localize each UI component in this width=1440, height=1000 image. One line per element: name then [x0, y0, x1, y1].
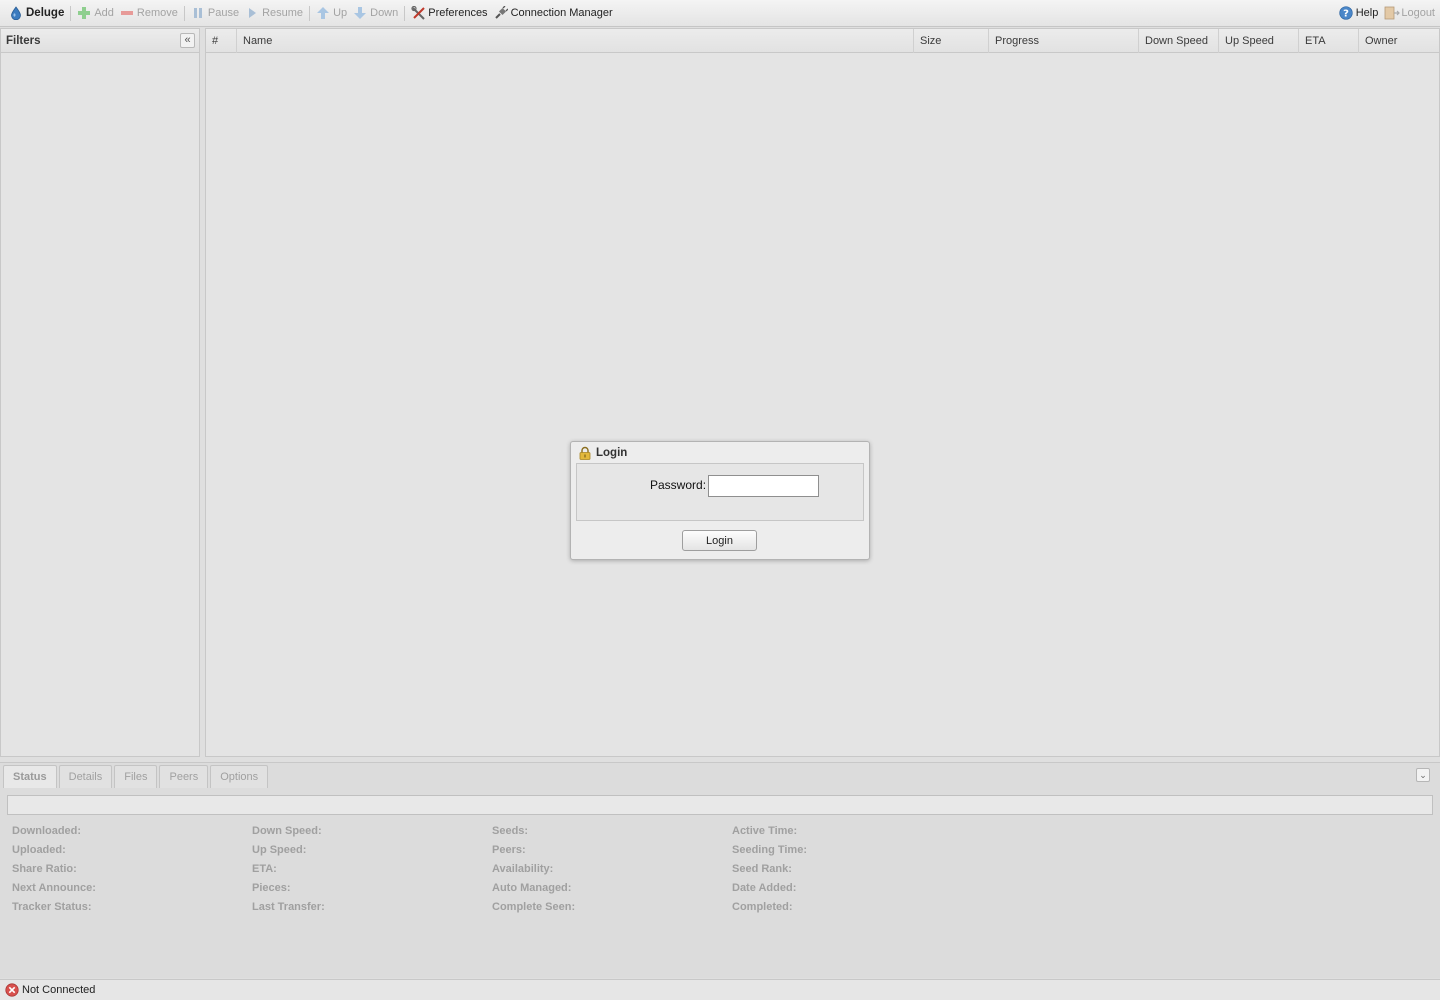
- details-panel: Status Details Files Peers Options ⌄ Dow…: [0, 762, 1440, 978]
- collapse-down-icon[interactable]: ⌄: [1416, 768, 1430, 782]
- logout-button[interactable]: Logout: [1381, 2, 1438, 24]
- password-label: Password:: [650, 478, 707, 492]
- seeding-time-label: Seeding Time:: [732, 844, 807, 856]
- play-icon: [245, 6, 259, 20]
- toolbar-separator: [183, 5, 185, 21]
- auto-managed-label: Auto Managed:: [492, 882, 572, 894]
- deluge-logo: Deluge: [6, 2, 67, 24]
- resume-label: Resume: [262, 7, 304, 19]
- password-input[interactable]: [708, 475, 819, 497]
- help-icon: ?: [1339, 6, 1353, 20]
- deluge-drop-icon: [9, 6, 23, 21]
- down-label: Down: [370, 7, 399, 19]
- login-dialog-header: Login: [571, 442, 869, 462]
- status-column-transfer: Downloaded: Uploaded: Share Ratio: Next …: [12, 824, 96, 919]
- remove-button[interactable]: Remove: [117, 2, 181, 24]
- toolbar: Deluge Add Remove Pause Resume Up Down P…: [0, 0, 1440, 27]
- column-header-progress[interactable]: Progress: [989, 29, 1139, 53]
- uploaded-label: Uploaded:: [12, 844, 66, 856]
- queue-down-button[interactable]: Down: [350, 2, 401, 24]
- column-header-number[interactable]: #: [206, 29, 237, 53]
- help-button[interactable]: ? Help: [1336, 2, 1382, 24]
- share-ratio-label: Share Ratio:: [12, 863, 77, 875]
- toolbar-separator: [404, 5, 406, 21]
- column-header-down-speed[interactable]: Down Speed: [1139, 29, 1219, 53]
- help-label: Help: [1355, 7, 1379, 19]
- column-header-eta[interactable]: ETA: [1299, 29, 1359, 53]
- completed-label: Completed:: [732, 901, 793, 913]
- arrow-down-icon: [353, 6, 367, 20]
- remove-label: Remove: [136, 7, 178, 19]
- status-column-time: Active Time: Seeding Time: Seed Rank: Da…: [732, 824, 807, 919]
- plug-icon: [494, 5, 509, 20]
- tab-details[interactable]: Details: [58, 765, 113, 788]
- pause-button[interactable]: Pause: [188, 2, 242, 24]
- add-button[interactable]: Add: [74, 2, 117, 24]
- login-dialog: Login Password: Login: [570, 441, 870, 560]
- peers-label: Peers:: [492, 844, 526, 856]
- status-column-speed: Down Speed: Up Speed: ETA: Pieces: Last …: [252, 824, 325, 919]
- pause-label: Pause: [207, 7, 240, 19]
- column-header-up-speed[interactable]: Up Speed: [1219, 29, 1299, 53]
- add-label: Add: [94, 7, 114, 19]
- collapse-left-icon[interactable]: «: [180, 33, 195, 48]
- column-header-owner[interactable]: Owner: [1359, 29, 1439, 53]
- toolbar-separator: [70, 5, 72, 21]
- complete-seen-label: Complete Seen:: [492, 901, 576, 913]
- logout-door-icon: [1384, 6, 1401, 20]
- down-speed-label: Down Speed:: [252, 825, 322, 837]
- tab-status[interactable]: Status: [3, 765, 57, 788]
- minus-icon: [120, 6, 134, 20]
- up-label: Up: [333, 7, 348, 19]
- connection-status: Not Connected: [22, 984, 96, 996]
- availability-label: Availability:: [492, 863, 554, 875]
- grid-header: # Name Size Progress Down Speed Up Speed…: [206, 29, 1439, 53]
- preferences-label: Preferences: [428, 7, 488, 19]
- login-dialog-title: Login: [596, 447, 628, 459]
- last-transfer-label: Last Transfer:: [252, 901, 325, 913]
- column-header-name[interactable]: Name: [237, 29, 914, 53]
- svg-text:?: ?: [1343, 9, 1349, 20]
- seed-rank-label: Seed Rank:: [732, 863, 792, 875]
- tab-peers[interactable]: Peers: [159, 765, 209, 788]
- tracker-status-label: Tracker Status:: [12, 901, 92, 913]
- login-form: Password:: [576, 463, 864, 521]
- resume-button[interactable]: Resume: [242, 2, 306, 24]
- pause-icon: [191, 6, 205, 20]
- tools-icon: [411, 5, 425, 20]
- queue-up-button[interactable]: Up: [313, 2, 350, 24]
- preferences-button[interactable]: Preferences: [408, 2, 490, 24]
- status-column-peers: Seeds: Peers: Availability: Auto Managed…: [492, 824, 575, 919]
- tab-files[interactable]: Files: [114, 765, 158, 788]
- eta-label: ETA:: [252, 863, 277, 875]
- brand-label: Deluge: [26, 7, 65, 19]
- connection-manager-label: Connection Manager: [510, 7, 613, 19]
- plus-icon: [77, 6, 91, 20]
- torrent-progress-bar: [7, 795, 1433, 815]
- downloaded-label: Downloaded:: [12, 825, 82, 837]
- lock-icon: [578, 446, 592, 460]
- tab-options[interactable]: Options: [210, 765, 269, 788]
- arrow-up-icon: [316, 6, 330, 20]
- filters-header: Filters «: [1, 29, 199, 53]
- status-bar: Not Connected: [0, 979, 1440, 1000]
- up-speed-label: Up Speed:: [252, 844, 307, 856]
- torrent-grid: # Name Size Progress Down Speed Up Speed…: [205, 28, 1440, 757]
- logout-label: Logout: [1401, 7, 1435, 19]
- pieces-label: Pieces:: [252, 882, 291, 894]
- filters-panel: Filters «: [0, 28, 200, 757]
- filters-title: Filters: [6, 34, 41, 47]
- connection-manager-button[interactable]: Connection Manager: [491, 2, 616, 24]
- column-header-size[interactable]: Size: [914, 29, 989, 53]
- details-tabs: Status Details Files Peers Options: [3, 765, 269, 788]
- login-button[interactable]: Login: [682, 530, 757, 551]
- disconnected-icon: [5, 983, 19, 997]
- seeds-label: Seeds:: [492, 825, 529, 837]
- date-added-label: Date Added:: [732, 882, 797, 894]
- next-announce-label: Next Announce:: [12, 882, 96, 894]
- active-time-label: Active Time:: [732, 825, 798, 837]
- toolbar-separator: [309, 5, 311, 21]
